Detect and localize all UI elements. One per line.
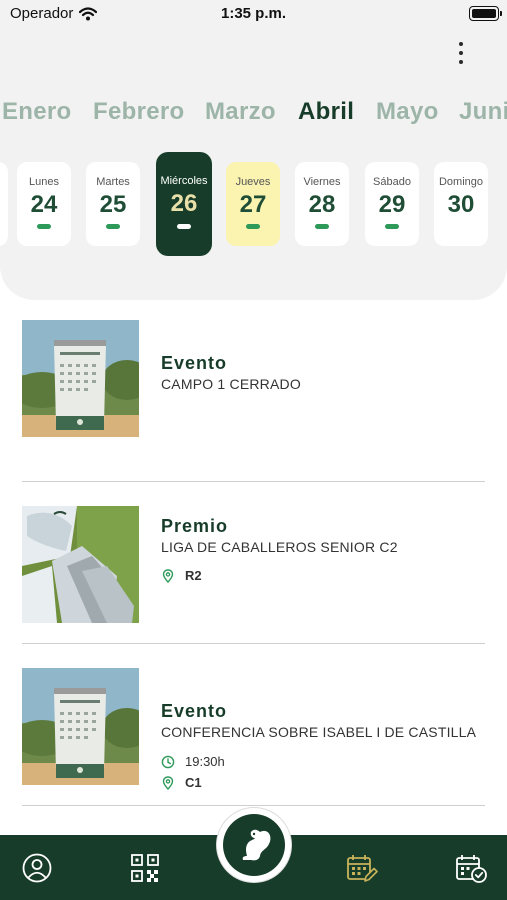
status-time: 1:35 p.m.	[220, 5, 287, 22]
event-indicator	[37, 224, 51, 229]
event-title: CONFERENCIA SOBRE ISABEL I DE CASTILLA	[161, 724, 477, 740]
clock-icon	[161, 755, 175, 768]
status-bar: Operador 1:35 p.m.	[0, 0, 507, 28]
day-number: 24	[30, 191, 58, 218]
event-item[interactable]: Premio LIGA DE CABALLEROS SENIOR C2 R2	[22, 482, 485, 644]
qr-code-icon[interactable]	[128, 851, 162, 885]
event-indicator	[106, 224, 120, 229]
day-card-martes[interactable]: Martes 25	[86, 162, 140, 246]
month-febrero[interactable]: Febrero	[93, 98, 184, 126]
time-label: 19:30h	[185, 754, 225, 769]
day-name: Jueves	[235, 176, 271, 188]
location-label: C1	[185, 775, 202, 790]
day-card-jueves[interactable]: Jueves 27	[226, 162, 280, 246]
event-location: C1	[161, 775, 202, 790]
squirrel-logo-icon	[223, 814, 285, 876]
month-selector: Enero Febrero Marzo Abril Mayo Juni	[0, 98, 507, 134]
profile-icon[interactable]	[20, 851, 54, 885]
day-card-viernes[interactable]: Viernes 28	[295, 162, 349, 246]
event-indicator	[315, 224, 329, 229]
calendar-header: Operador 1:35 p.m. Enero Febrero Marzo A…	[0, 0, 507, 300]
day-name: Martes	[96, 176, 130, 188]
location-pin-icon	[162, 775, 174, 790]
event-type: Premio	[161, 516, 229, 536]
day-card-sabado[interactable]: Sábado 29	[365, 162, 419, 246]
golf-clubs-image	[22, 506, 139, 623]
event-list: Evento CAMPO 1 CERRADO Premio LIGA DE CA…	[22, 320, 485, 806]
day-card-domingo[interactable]: Domingo 30	[434, 162, 488, 246]
day-number: 29	[378, 191, 406, 218]
day-number: 27	[239, 191, 267, 218]
day-number: 28	[308, 191, 336, 218]
event-type: Evento	[161, 701, 228, 721]
location-pin-icon	[162, 568, 174, 583]
event-indicator	[177, 224, 191, 229]
day-number: 25	[99, 191, 127, 218]
day-strip: Lunes 24 Martes 25 Miércoles 26 Jueves 2…	[0, 152, 507, 256]
month-marzo[interactable]: Marzo	[205, 98, 276, 126]
event-item[interactable]: Evento CONFERENCIA SOBRE ISABEL I DE CAS…	[22, 644, 485, 806]
event-type: Evento	[161, 353, 228, 373]
day-number: 26	[170, 190, 198, 217]
event-indicator	[385, 224, 399, 229]
calendar-edit-icon[interactable]	[344, 851, 378, 885]
month-abril[interactable]: Abril	[298, 98, 354, 126]
calendar-check-icon[interactable]	[454, 851, 488, 885]
month-enero[interactable]: Enero	[2, 98, 72, 126]
event-time: 19:30h	[161, 754, 225, 769]
day-card-lunes[interactable]: Lunes 24	[17, 162, 71, 246]
day-number: 30	[447, 191, 475, 218]
event-item[interactable]: Evento CAMPO 1 CERRADO	[22, 320, 485, 482]
event-title: LIGA DE CABALLEROS SENIOR C2	[161, 539, 398, 555]
day-name: Domingo	[438, 176, 484, 188]
desk-calendar-image	[22, 320, 139, 437]
day-card-previous[interactable]	[0, 162, 8, 246]
event-indicator	[246, 224, 260, 229]
more-options-icon[interactable]	[448, 36, 474, 70]
day-name: Lunes	[29, 176, 59, 188]
day-name: Viernes	[303, 176, 341, 188]
day-name: Miércoles	[160, 175, 208, 187]
day-name: Sábado	[373, 176, 411, 188]
event-title: CAMPO 1 CERRADO	[161, 376, 301, 392]
battery-icon	[469, 6, 502, 21]
desk-calendar-image	[22, 668, 139, 785]
month-junio[interactable]: Juni	[459, 98, 507, 126]
location-label: R2	[185, 568, 202, 583]
home-button[interactable]	[217, 808, 291, 882]
event-location: R2	[161, 568, 202, 583]
month-mayo[interactable]: Mayo	[376, 98, 439, 126]
day-card-miercoles[interactable]: Miércoles 26	[156, 152, 212, 256]
